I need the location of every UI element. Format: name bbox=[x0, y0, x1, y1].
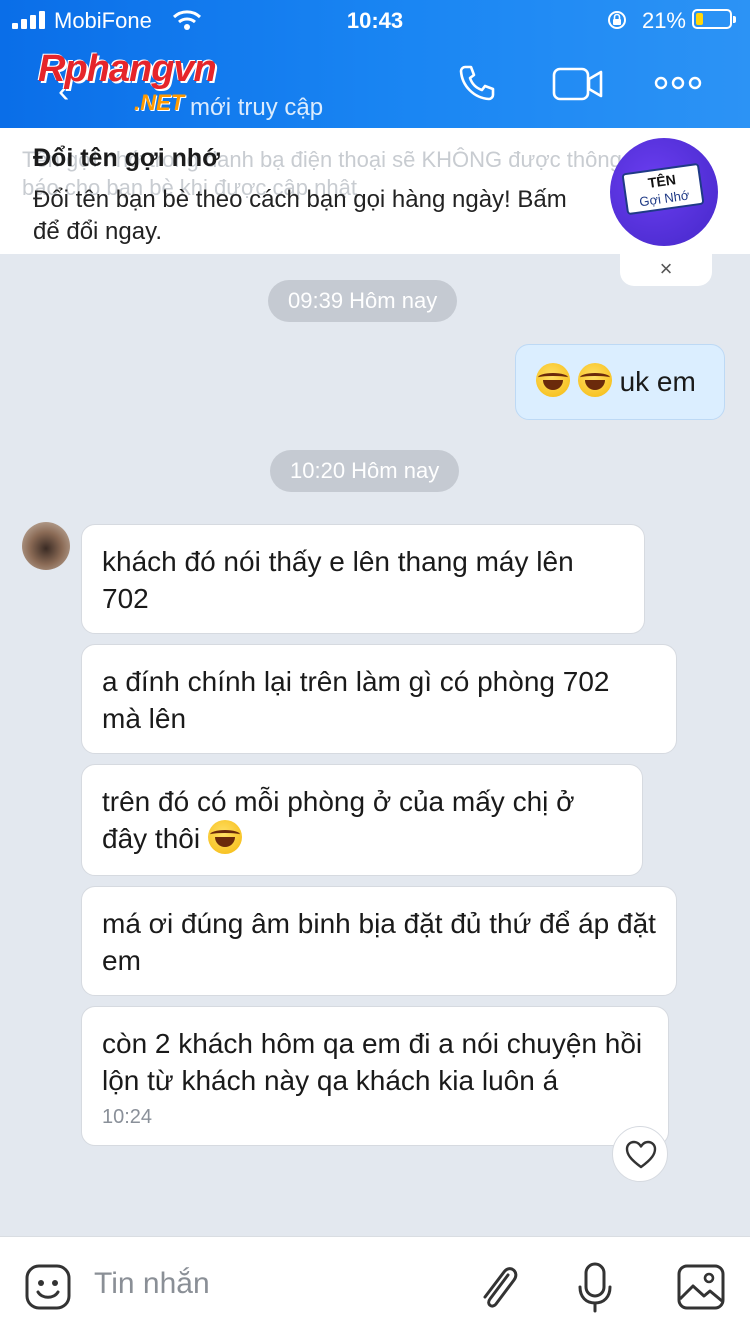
message-composer: Tin nhắn bbox=[0, 1236, 750, 1335]
watermark-logo: Rphangvn .NET bbox=[38, 48, 217, 115]
laughing-emoji-icon bbox=[536, 363, 570, 397]
emoji-icon[interactable] bbox=[24, 1263, 72, 1311]
status-bar: MobiFone 10:43 21% bbox=[0, 0, 750, 40]
rotation-lock-icon bbox=[608, 11, 626, 29]
image-icon[interactable] bbox=[676, 1263, 726, 1311]
message-bubble[interactable]: còn 2 khách hôm qa em đi a nói chuyện hồ… bbox=[81, 1006, 669, 1146]
attach-icon[interactable] bbox=[476, 1261, 522, 1315]
more-icon[interactable] bbox=[654, 72, 702, 94]
banner-title: Đổi tên gợi nhớ bbox=[33, 144, 220, 172]
message-text: uk em bbox=[619, 366, 696, 397]
close-icon: × bbox=[659, 256, 673, 281]
message-text: trên đó có mỗi phòng ở của mấy chị ở đây… bbox=[102, 786, 575, 854]
react-button[interactable] bbox=[612, 1126, 668, 1182]
heart-icon bbox=[625, 1140, 657, 1169]
message-input[interactable]: Tin nhắn bbox=[94, 1267, 210, 1301]
close-banner-button[interactable]: × bbox=[620, 252, 712, 286]
contact-status: mới truy cập bbox=[190, 94, 324, 121]
time-separator: 09:39 Hôm nay bbox=[268, 280, 458, 322]
message-bubble[interactable]: má ơi đúng âm binh bịa đặt đủ thứ để áp … bbox=[81, 886, 677, 996]
message-bubble[interactable]: trên đó có mỗi phòng ở của mấy chị ở đây… bbox=[81, 764, 643, 876]
battery-percent: 21% bbox=[641, 8, 686, 33]
battery-icon bbox=[692, 9, 736, 29]
chat-header: MobiFone 10:43 21% ‹ Rphangvn .NET mới t… bbox=[0, 0, 750, 128]
message-text: còn 2 khách hôm qa em đi a nói chuyện hồ… bbox=[102, 1028, 643, 1096]
banner-text: Đổi tên bạn bè theo cách bạn gọi hàng ng… bbox=[33, 186, 567, 245]
my-message-bubble[interactable]: uk em bbox=[515, 344, 725, 420]
message-text: khách đó nói thấy e lên thang máy lên 70… bbox=[102, 546, 574, 614]
video-call-icon[interactable] bbox=[552, 64, 604, 104]
message-bubble[interactable]: a đính chính lại trên làm gì có phòng 70… bbox=[81, 644, 677, 754]
message-text: má ơi đúng âm binh bịa đặt đủ thứ để áp … bbox=[102, 908, 656, 976]
message-time: 10:24 bbox=[102, 1106, 153, 1128]
laughing-emoji-icon bbox=[577, 363, 612, 397]
message-bubble[interactable]: khách đó nói thấy e lên thang máy lên 70… bbox=[81, 524, 645, 634]
contact-avatar[interactable] bbox=[22, 522, 70, 570]
time-separator: 10:20 Hôm nay bbox=[270, 450, 460, 492]
microphone-icon[interactable] bbox=[576, 1261, 614, 1315]
laughing-emoji-icon bbox=[207, 820, 242, 854]
nickname-card: TÊN Gợi Nhớ bbox=[621, 162, 705, 216]
phone-icon[interactable] bbox=[456, 62, 498, 104]
clock: 10:43 bbox=[346, 8, 404, 33]
nickname-badge-image[interactable]: TÊN Gợi Nhớ bbox=[610, 138, 718, 246]
message-text: a đính chính lại trên làm gì có phòng 70… bbox=[102, 666, 610, 734]
